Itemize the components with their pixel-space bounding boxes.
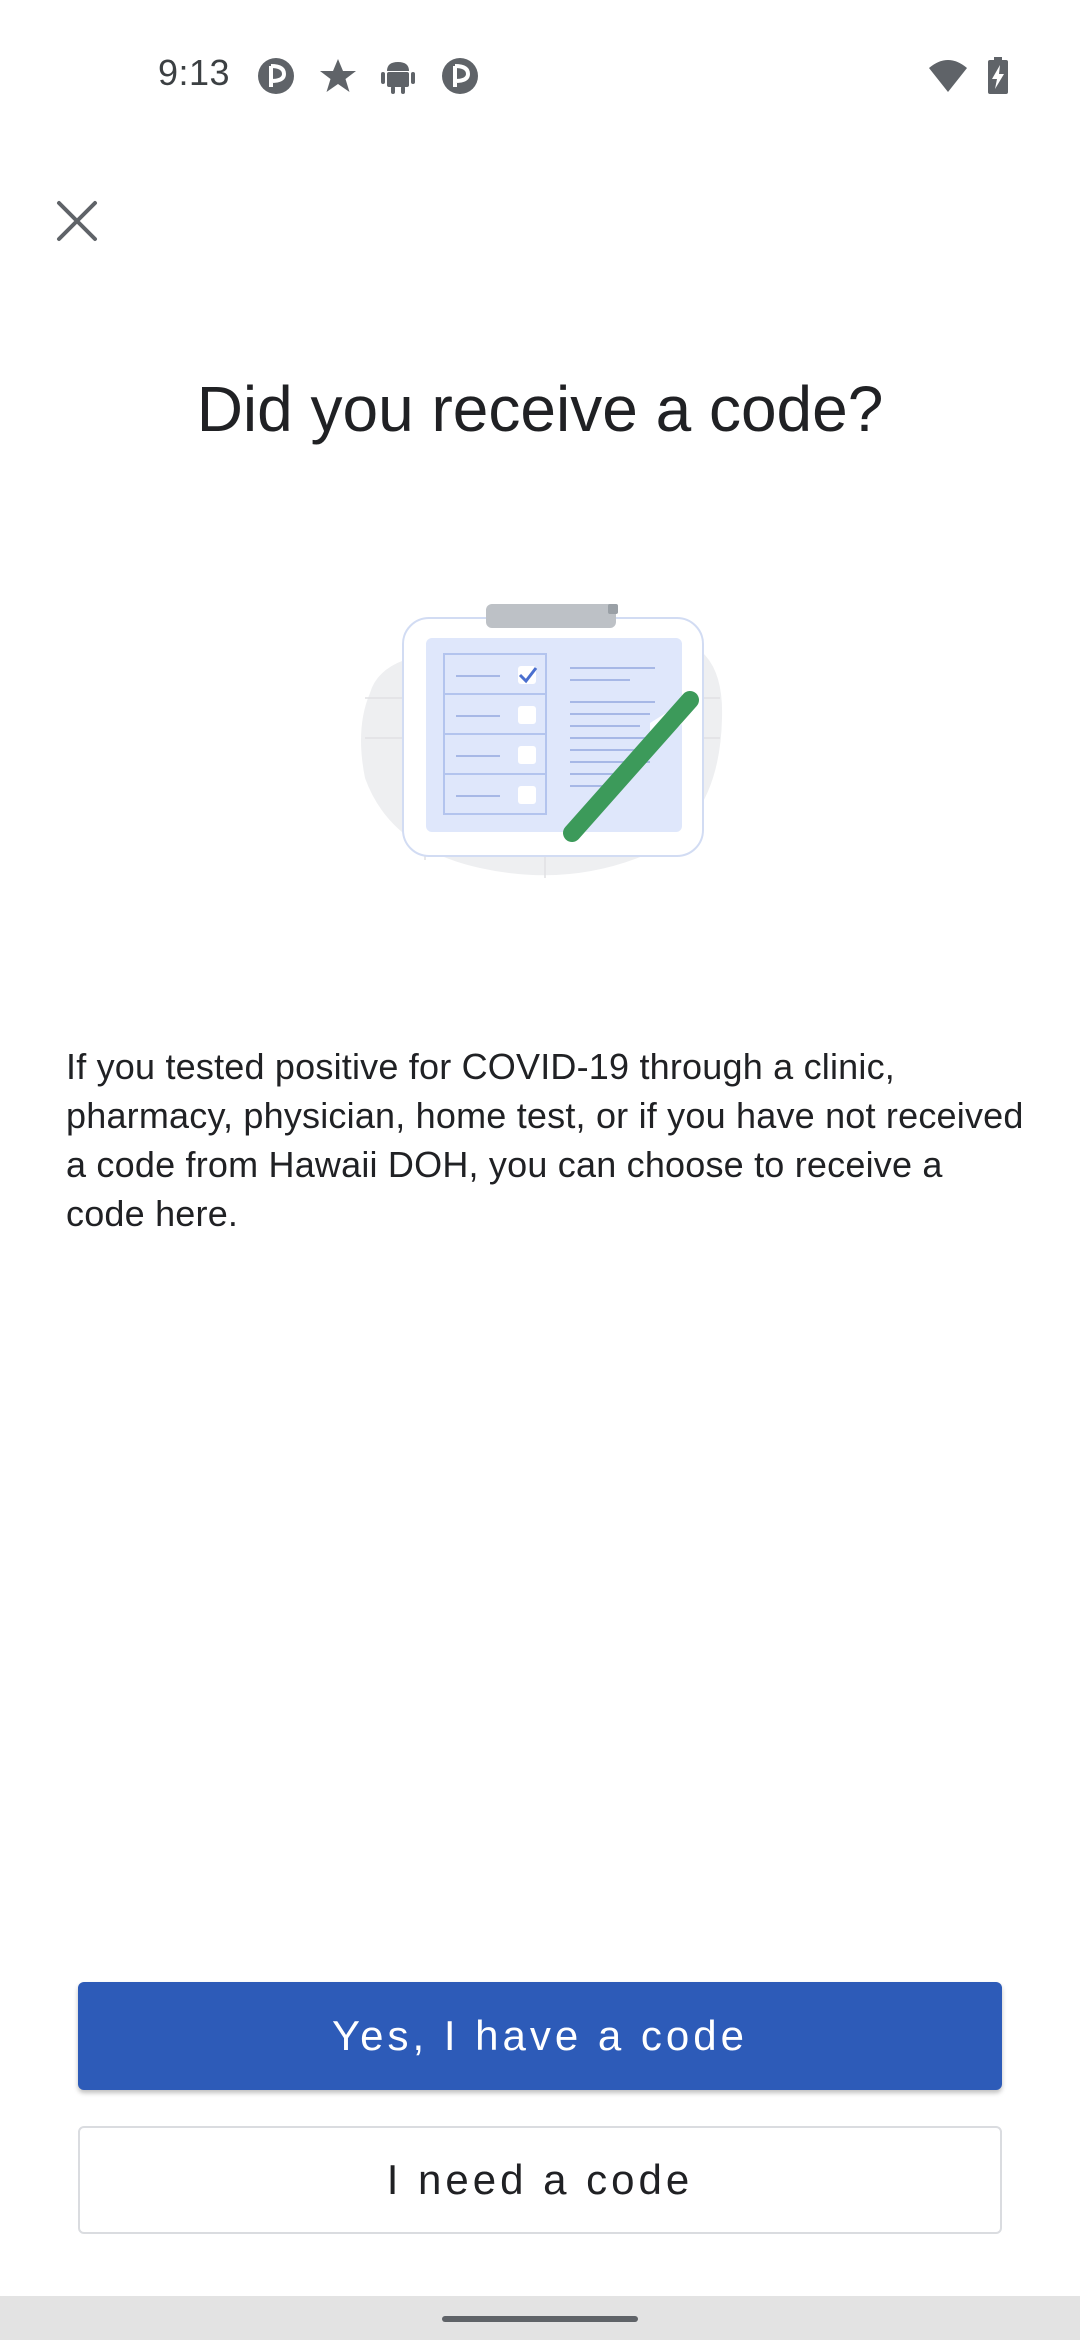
home-gesture-handle[interactable] xyxy=(442,2316,638,2322)
navigation-bar xyxy=(0,2296,1080,2340)
android-icon xyxy=(381,62,415,94)
app-notification-icon xyxy=(258,58,294,94)
app-notification-icon xyxy=(442,58,478,94)
status-time: 9:13 xyxy=(158,52,231,93)
need-code-label: I need a code xyxy=(386,2156,694,2203)
yes-have-code-label: Yes, I have a code xyxy=(331,2012,749,2059)
wifi-icon xyxy=(929,60,967,92)
status-bar: 9:13 xyxy=(0,0,1080,150)
page-title: Did you receive a code? xyxy=(196,373,884,445)
close-icon xyxy=(57,201,97,241)
close-button[interactable] xyxy=(42,186,112,256)
need-code-button[interactable]: I need a code xyxy=(78,2126,1002,2234)
battery-charging-icon xyxy=(988,57,1008,94)
yes-have-code-button[interactable]: Yes, I have a code xyxy=(78,1982,1002,2090)
star-icon xyxy=(320,59,356,92)
clipboard-illustration xyxy=(361,604,723,878)
description-text: If you tested positive for COVID-19 thro… xyxy=(66,1046,1024,1234)
